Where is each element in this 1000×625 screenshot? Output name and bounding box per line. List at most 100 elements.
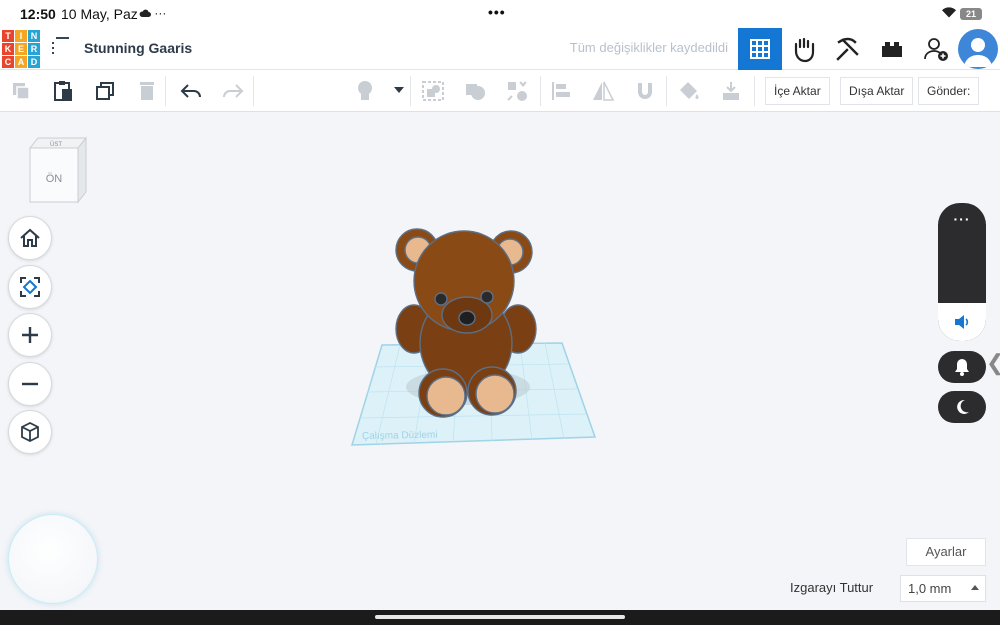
align-button[interactable] bbox=[548, 78, 574, 104]
fit-view-button[interactable] bbox=[8, 265, 52, 309]
magnet-icon bbox=[638, 83, 652, 99]
ungroup-explode-button[interactable] bbox=[504, 78, 530, 104]
redo-button[interactable] bbox=[220, 78, 246, 104]
logo-letter: R bbox=[28, 43, 40, 55]
bricks-view-button[interactable] bbox=[826, 28, 870, 70]
light-button[interactable] bbox=[352, 78, 378, 104]
plus-icon bbox=[22, 327, 38, 343]
pickaxe-icon bbox=[836, 37, 859, 61]
logo-letter: N bbox=[28, 30, 40, 42]
project-title[interactable]: Stunning Gaaris bbox=[84, 40, 192, 56]
navigation-joystick[interactable] bbox=[8, 514, 98, 604]
snap-grid-value: 1,0 mm bbox=[908, 581, 952, 596]
home-view-button[interactable] bbox=[8, 216, 52, 260]
zoom-in-button[interactable] bbox=[8, 313, 52, 357]
duplicate-icon bbox=[96, 82, 114, 100]
ungroup-button[interactable] bbox=[462, 78, 488, 104]
paint-bucket-icon bbox=[680, 82, 699, 99]
toolbar-divider bbox=[410, 76, 411, 106]
snap-grid-select[interactable]: 1,0 mm bbox=[900, 575, 986, 602]
status-extras: ··· bbox=[139, 6, 166, 20]
import-button[interactable]: İçe Aktar bbox=[765, 77, 830, 105]
toolbar-divider bbox=[754, 76, 755, 106]
toolbar-divider bbox=[666, 76, 667, 106]
edit-toolbar: İçe Aktar Dışa Aktar Gönder: bbox=[0, 70, 1000, 112]
settings-button[interactable]: Ayarlar bbox=[906, 538, 986, 566]
home-indicator[interactable] bbox=[375, 615, 625, 619]
add-user-icon bbox=[924, 38, 948, 61]
copy-button[interactable] bbox=[8, 78, 34, 104]
projection-toggle-button[interactable] bbox=[8, 410, 52, 454]
trash-icon bbox=[140, 82, 154, 100]
user-avatar[interactable] bbox=[958, 29, 998, 69]
minus-icon bbox=[22, 382, 38, 386]
blocks-view-button[interactable] bbox=[782, 28, 826, 70]
volume-button[interactable] bbox=[938, 303, 986, 341]
grid-view-button[interactable] bbox=[738, 28, 782, 70]
paste-icon bbox=[54, 81, 72, 101]
view-cube-front-label: ÖN bbox=[46, 173, 63, 185]
view-cube-top-label: ÜST bbox=[50, 141, 62, 148]
add-user-button[interactable] bbox=[914, 28, 958, 70]
notification-button[interactable] bbox=[938, 351, 986, 383]
circuit-hand-icon bbox=[794, 37, 815, 63]
bell-icon bbox=[955, 359, 969, 376]
logo-letter: E bbox=[15, 43, 27, 55]
fit-view-icon bbox=[20, 277, 40, 297]
logo-letter: A bbox=[15, 56, 27, 68]
zoom-out-button[interactable] bbox=[8, 362, 52, 406]
duplicate-button[interactable] bbox=[92, 78, 118, 104]
list-menu-icon[interactable] bbox=[52, 37, 74, 59]
cloud-icon bbox=[139, 9, 151, 18]
brick-icon bbox=[882, 42, 902, 57]
battery-icon: 21 bbox=[960, 8, 982, 20]
app-header: T I N K E R C A D Stunning Gaaris Tüm de… bbox=[0, 28, 1000, 70]
multitask-dots[interactable]: ••• bbox=[488, 4, 506, 20]
more-icon[interactable]: ··· bbox=[938, 211, 986, 227]
cube-icon bbox=[21, 421, 39, 443]
chevron-left-icon[interactable]: ❮ bbox=[986, 350, 1000, 376]
logo-letter: T bbox=[2, 30, 14, 42]
dark-mode-button[interactable] bbox=[938, 391, 986, 423]
paste-button[interactable] bbox=[50, 78, 76, 104]
snap-grid-label: Izgarayı Tuttur bbox=[790, 580, 874, 595]
group-icon bbox=[422, 81, 444, 101]
workplane-scene[interactable]: Çalışma Düzlemi bbox=[340, 215, 610, 455]
light-dropdown[interactable] bbox=[386, 78, 412, 104]
magnet-button[interactable] bbox=[632, 78, 658, 104]
grid-icon bbox=[750, 39, 770, 59]
logo-letter: I bbox=[15, 30, 27, 42]
workplane-label: Çalışma Düzlemi bbox=[362, 430, 438, 442]
save-status: Tüm değişiklikler kaydedildi bbox=[569, 40, 728, 55]
delete-button[interactable] bbox=[134, 78, 160, 104]
toolbar-divider bbox=[165, 76, 166, 106]
view-cube[interactable]: ÜST ÖN bbox=[26, 134, 90, 206]
ungroup-icon bbox=[466, 84, 485, 100]
logo-letter: K bbox=[2, 43, 14, 55]
undo-button[interactable] bbox=[178, 78, 204, 104]
drop-to-plane-icon bbox=[723, 82, 739, 100]
toolbar-divider bbox=[253, 76, 254, 106]
logo-letter: D bbox=[28, 56, 40, 68]
caret-up-icon bbox=[971, 585, 979, 590]
status-date: 10 May, Paz bbox=[61, 6, 138, 22]
user-icon bbox=[964, 38, 992, 67]
lego-view-button[interactable] bbox=[870, 28, 914, 70]
drop-button[interactable] bbox=[718, 78, 744, 104]
home-icon bbox=[20, 228, 40, 247]
mirror-button[interactable] bbox=[590, 78, 616, 104]
group-button[interactable] bbox=[420, 78, 446, 104]
volume-panel[interactable]: ··· bbox=[938, 203, 986, 341]
logo-letter: C bbox=[2, 56, 14, 68]
send-to-button[interactable]: Gönder: bbox=[918, 77, 980, 105]
wifi-icon bbox=[941, 5, 957, 21]
lightbulb-icon bbox=[358, 81, 372, 100]
toolbar-divider bbox=[540, 76, 541, 106]
paint-button[interactable] bbox=[676, 78, 702, 104]
export-button[interactable]: Dışa Aktar bbox=[840, 77, 914, 105]
redo-icon bbox=[223, 84, 244, 98]
status-time: 12:50 bbox=[20, 6, 56, 22]
tinkercad-logo[interactable]: T I N K E R C A D bbox=[2, 30, 40, 68]
status-overflow: ··· bbox=[154, 6, 167, 20]
align-icon bbox=[552, 82, 570, 100]
